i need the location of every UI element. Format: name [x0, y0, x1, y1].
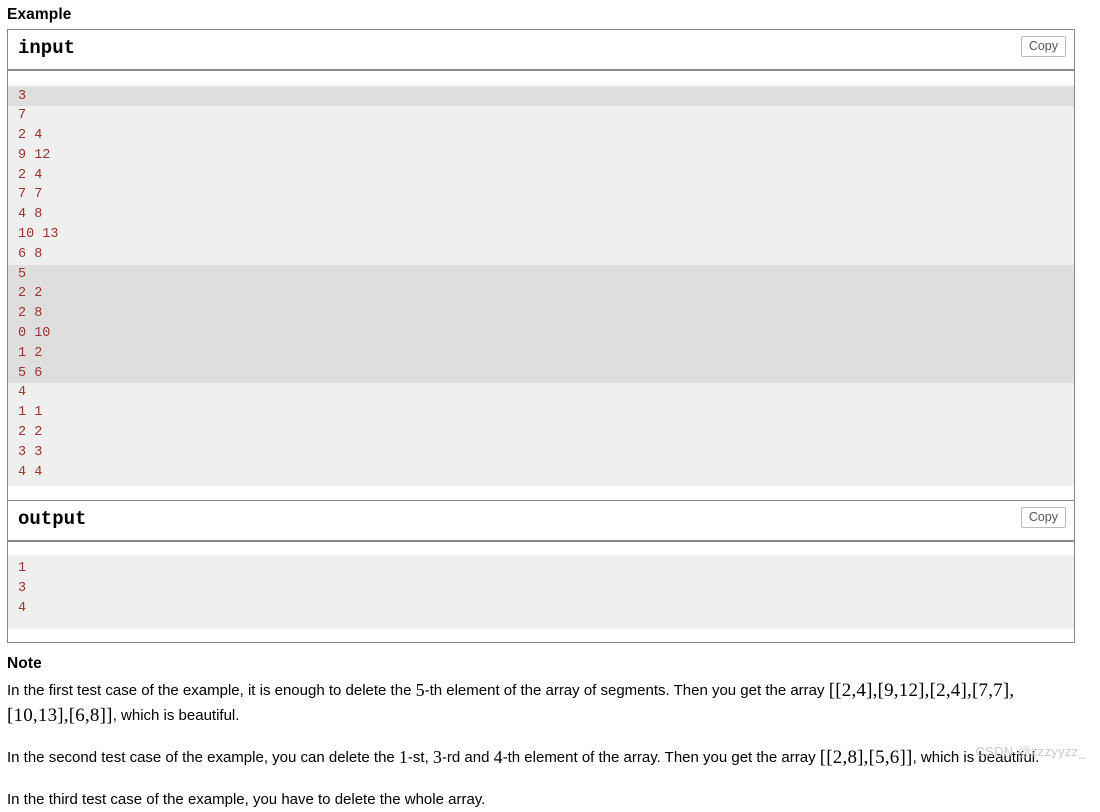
code-line: 2 2: [18, 286, 43, 302]
inline-math-number: 3: [432, 747, 442, 768]
note-text: , which is beautiful.: [112, 707, 240, 725]
code-line: 1 1: [18, 405, 43, 421]
sample-tests-container: input Copy 3 7 2 4 9 12 2 4 7 7 4 8 10 13 6 8 5 2 …: [7, 29, 1075, 644]
sample-input-block: input Copy 3 7 2 4 9 12 2 4 7 7 4 8 10 13 6 8 5 2 …: [8, 30, 1074, 487]
page-content: Example input Copy 372 49 12 2 47 74 8 10 …: [0, 0, 1100, 812]
code-line: 3: [18, 581, 27, 597]
code-line: 10 13: [18, 227, 59, 243]
note-text: -rd and: [441, 749, 494, 767]
input-title-bar: input Copy: [8, 30, 1074, 71]
code-line: 5: [18, 266, 27, 282]
code-line: 3 3: [18, 444, 43, 460]
code-line: 2 2: [18, 425, 43, 441]
test-case-group: 1 3 4: [8, 559, 1074, 619]
input-code-body[interactable]: 3 7 2 4 9 12 2 4 7 7 4 8 10 13 6 8 5 2 2 2 8 0 10 1 2…: [8, 84, 1074, 487]
code-line: 4: [18, 601, 27, 617]
note-text: -th element of the array of segments. Th…: [424, 682, 829, 700]
note-paragraph: In the second test case of the example, …: [7, 728, 1072, 770]
note-paragraph: In the first test case of the example, i…: [7, 676, 1072, 728]
note-text: In the first test case of the example, i…: [7, 682, 416, 700]
code-line: 6 8: [18, 246, 43, 262]
code-line: 4 4: [18, 464, 43, 480]
code-line: 9 12: [18, 147, 51, 163]
code-line: 1 2: [18, 345, 43, 361]
test-case-group: 5 2 2 2 8 0 10 1 2 5 6: [8, 264, 1074, 384]
csdn-watermark: CSDN @zzzyyzz_: [975, 744, 1086, 759]
code-line: 7 7: [18, 187, 43, 203]
code-line: 2 8: [18, 306, 43, 322]
inline-math-number: 5: [415, 680, 425, 701]
code-line: 1: [18, 561, 27, 577]
note-text: -st,: [407, 749, 433, 767]
note-text: In the third test case of the example, y…: [7, 791, 486, 809]
note-paragraph: In the third test case of the example, y…: [7, 770, 1072, 812]
inline-math-number: 1: [398, 747, 408, 768]
code-line: 7: [18, 108, 27, 124]
code-line: 0 10: [18, 326, 51, 342]
output-code-body[interactable]: 1 3 4: [8, 555, 1074, 629]
code-line: 3: [18, 88, 27, 104]
inline-math: [[2,8],[5,6]]: [819, 747, 913, 769]
test-case-group: 3: [8, 86, 1074, 107]
code-line: 4: [18, 385, 27, 401]
example-heading: Example: [7, 6, 72, 23]
inline-math-number: 4: [493, 747, 503, 768]
note-body: In the first test case of the example, i…: [7, 676, 1100, 812]
copy-output-button[interactable]: Copy: [1020, 506, 1066, 528]
code-line: 4 8: [18, 207, 43, 223]
output-title-bar: output Copy: [8, 500, 1074, 542]
note-heading: Note: [7, 655, 42, 673]
code-line: 2 4: [18, 128, 43, 144]
input-title-label: input: [18, 37, 76, 59]
note-text: In the second test case of the example, …: [7, 749, 399, 767]
output-title-label: output: [18, 507, 87, 530]
test-case-group: 7 2 4 9 12 2 4 7 7 4 8 10 13 6 8: [8, 106, 1074, 265]
sample-output-block: output Copy 1 3 4: [8, 500, 1074, 629]
code-line: 2 4: [18, 167, 43, 183]
copy-input-button[interactable]: Copy: [1020, 36, 1066, 57]
code-line: 5 6: [18, 365, 43, 381]
test-case-group: 4 1 1 2 2 3 3 4 4: [8, 383, 1074, 483]
note-text: -th element of the array. Then you get t…: [502, 749, 820, 767]
